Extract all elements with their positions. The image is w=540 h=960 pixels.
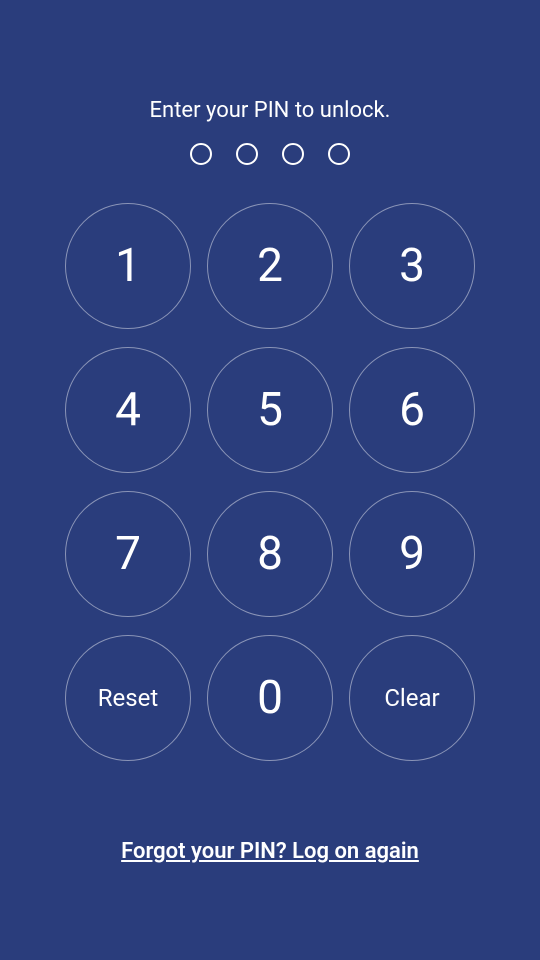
key-reset[interactable]: Reset — [65, 635, 191, 761]
pin-dot-2 — [236, 143, 258, 165]
key-0[interactable]: 0 — [207, 635, 333, 761]
key-9[interactable]: 9 — [349, 491, 475, 617]
pin-indicator — [190, 143, 350, 165]
key-clear[interactable]: Clear — [349, 635, 475, 761]
pin-dot-1 — [190, 143, 212, 165]
key-2[interactable]: 2 — [207, 203, 333, 329]
pin-prompt: Enter your PIN to unlock. — [150, 98, 391, 123]
forgot-pin-link[interactable]: Forgot your PIN? Log on again — [121, 839, 419, 864]
key-6[interactable]: 6 — [349, 347, 475, 473]
keypad: 1 2 3 4 5 6 7 8 9 Reset 0 Clear — [65, 203, 475, 761]
key-8[interactable]: 8 — [207, 491, 333, 617]
pin-dot-3 — [282, 143, 304, 165]
pin-dot-4 — [328, 143, 350, 165]
key-4[interactable]: 4 — [65, 347, 191, 473]
key-1[interactable]: 1 — [65, 203, 191, 329]
key-5[interactable]: 5 — [207, 347, 333, 473]
key-7[interactable]: 7 — [65, 491, 191, 617]
key-3[interactable]: 3 — [349, 203, 475, 329]
